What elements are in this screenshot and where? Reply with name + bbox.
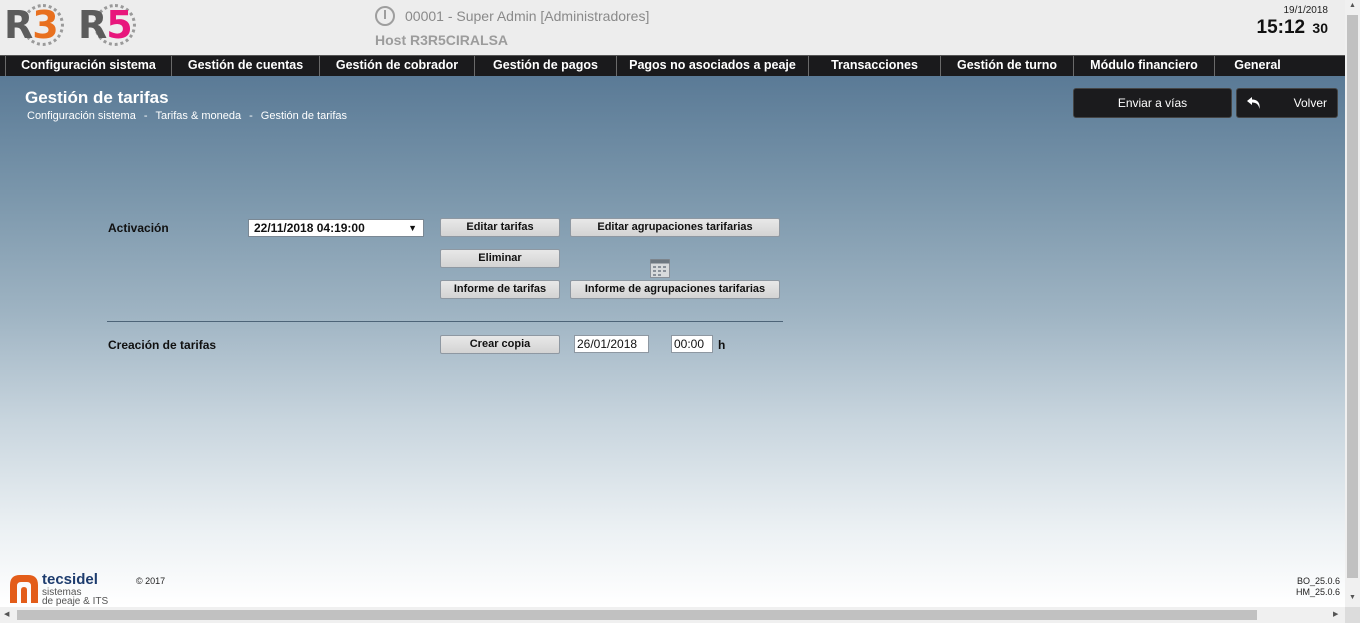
tagline-line-2: de peaje & ITS: [42, 596, 109, 607]
eliminar-button[interactable]: Eliminar: [440, 249, 560, 268]
current-date: 19/1/2018: [1283, 5, 1329, 16]
version-bo: BO_25.0.6: [1296, 576, 1340, 586]
r3-logo: R3: [4, 3, 66, 47]
breadcrumb-item: Gestión de tarifas: [260, 110, 348, 122]
menu-gestion-cobrador[interactable]: Gestión de cobrador: [319, 56, 474, 76]
main-menu: Configuración sistema Gestión de cuentas…: [0, 55, 1345, 76]
informe-tarifas-button[interactable]: Informe de tarifas: [440, 280, 560, 299]
r5-logo: R5: [78, 3, 140, 47]
scrollbar-corner: [1345, 607, 1360, 623]
breadcrumb-separator: -: [143, 110, 148, 122]
menu-gestion-turno[interactable]: Gestión de turno: [940, 56, 1073, 76]
current-time: 15:12 30: [1257, 17, 1328, 39]
volver-button[interactable]: Volver: [1236, 88, 1338, 118]
calendar-icon[interactable]: [650, 259, 670, 278]
enviar-a-vias-button[interactable]: Enviar a vías: [1073, 88, 1232, 118]
activation-selected-value: 22/11/2018 04:19:00: [254, 221, 365, 235]
menu-gestion-cuentas[interactable]: Gestión de cuentas: [171, 56, 319, 76]
tecsidel-mark-icon: [10, 575, 38, 603]
menu-general[interactable]: General: [1214, 56, 1300, 76]
version-info: BO_25.0.6 HM_25.0.6: [1296, 576, 1340, 598]
horizontal-scrollbar[interactable]: ◀ ▶: [0, 607, 1345, 623]
menu-pagos-no-asociados[interactable]: Pagos no asociados a peaje: [616, 56, 808, 76]
informe-agrupaciones-button[interactable]: Informe de agrupaciones tarifarias: [570, 280, 780, 299]
scroll-left-icon[interactable]: ◀: [4, 610, 9, 618]
menu-transacciones[interactable]: Transacciones: [808, 56, 940, 76]
menu-modulo-financiero[interactable]: Módulo financiero: [1073, 56, 1214, 76]
activation-label: Activación: [108, 221, 169, 235]
main-content: Gestión de tarifas Configuración sistema…: [0, 76, 1345, 606]
app-header: R3 R5 00001 - Super Admin [Administrador…: [0, 0, 1345, 55]
back-arrow-icon: [1247, 97, 1260, 109]
creation-label: Creación de tarifas: [108, 338, 217, 352]
page-title: Gestión de tarifas: [25, 88, 169, 107]
power-icon[interactable]: [375, 6, 395, 26]
breadcrumb-separator: -: [249, 110, 253, 122]
vertical-scroll-thumb[interactable]: [1347, 15, 1358, 578]
host-info: Host R3R5CIRALSA: [375, 32, 509, 48]
user-info: 00001 - Super Admin [Administradores]: [405, 8, 650, 24]
crear-copia-button[interactable]: Crear copia: [440, 335, 560, 354]
volver-label: Volver: [1293, 96, 1327, 110]
creation-date-input[interactable]: 26/01/2018: [574, 335, 649, 353]
editar-agrupaciones-button[interactable]: Editar agrupaciones tarifarias: [570, 218, 780, 237]
copyright: © 2017: [136, 576, 166, 586]
time-seconds: 30: [1312, 20, 1328, 36]
tecsidel-tagline: sistemas de peaje & ITS: [42, 588, 109, 607]
menu-gestion-pagos[interactable]: Gestión de pagos: [474, 56, 616, 76]
vertical-scrollbar[interactable]: ▲ ▼: [1345, 0, 1360, 607]
menu-configuracion-sistema[interactable]: Configuración sistema: [5, 56, 171, 76]
r5-logo-text: R5: [78, 3, 133, 47]
time-unit-label: h: [718, 338, 726, 352]
version-hm: HM_25.0.6: [1295, 587, 1340, 597]
horizontal-scroll-thumb[interactable]: [17, 610, 1257, 620]
time-hm: 15:12: [1256, 17, 1306, 38]
r3-logo-text: R3: [4, 3, 59, 47]
scroll-right-icon[interactable]: ▶: [1333, 610, 1338, 618]
breadcrumb-item[interactable]: Tarifas & moneda: [156, 110, 242, 122]
breadcrumb-item[interactable]: Configuración sistema: [27, 110, 136, 122]
breadcrumb: Configuración sistema - Tarifas & moneda - G…: [27, 110, 347, 122]
scroll-up-icon[interactable]: ▲: [1349, 2, 1356, 9]
editar-tarifas-button[interactable]: Editar tarifas: [440, 218, 560, 237]
activation-date-select[interactable]: 22/11/2018 04:19:00 ▼: [248, 219, 424, 237]
scroll-down-icon[interactable]: ▼: [1349, 594, 1356, 601]
chevron-down-icon: ▼: [408, 223, 417, 233]
creation-time-input[interactable]: 00:00: [671, 335, 713, 353]
section-divider: [107, 321, 783, 322]
tecsidel-brand: tecsidel: [42, 571, 98, 588]
